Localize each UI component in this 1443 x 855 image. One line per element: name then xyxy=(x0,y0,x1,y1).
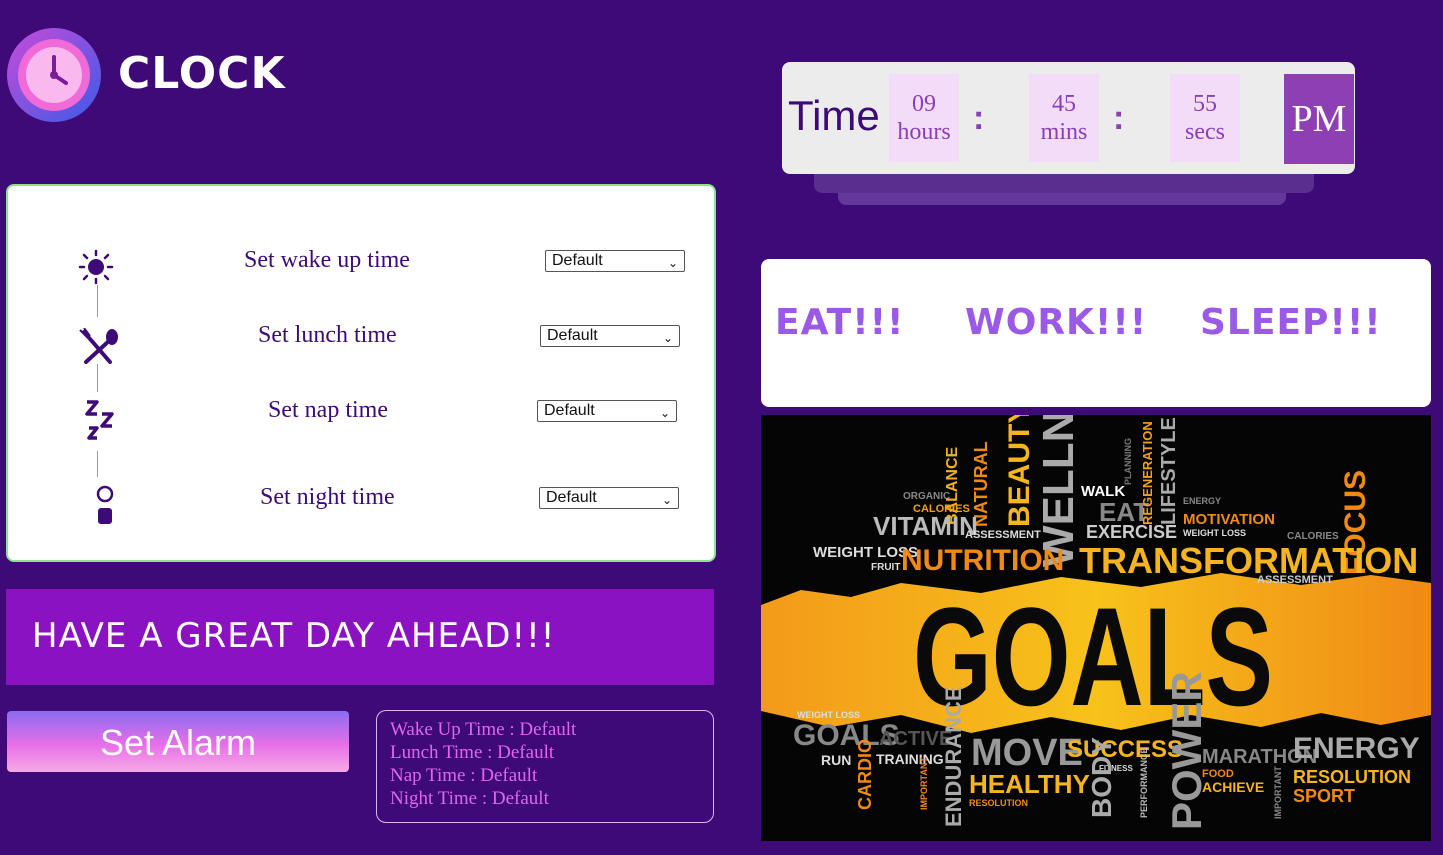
time-label: Time xyxy=(788,92,880,139)
goals-word: ENERGY xyxy=(1183,496,1221,506)
secs-value: 55 xyxy=(1193,91,1217,117)
alarm-summary: Wake Up Time : Default Lunch Time : Defa… xyxy=(376,710,714,823)
goals-word: IMPORTANT xyxy=(919,757,929,810)
zzz-icon xyxy=(85,400,114,440)
lunch-time-select-value: Default xyxy=(547,327,598,344)
ampm-indicator: PM xyxy=(1284,74,1354,164)
goals-word: ENDURANCE xyxy=(941,686,966,827)
goals-word: PERFORMANCE xyxy=(1139,747,1149,818)
wake-time-select[interactable]: Default ⌄ xyxy=(545,250,685,272)
night-time-label: Set night time xyxy=(260,484,395,510)
summary-lunch: Lunch Time : Default xyxy=(390,742,555,763)
mins-cell: 45 mins xyxy=(1029,74,1099,162)
goals-word: HEALTHY xyxy=(969,769,1090,799)
goals-word: REGENERATION xyxy=(1140,421,1155,525)
mins-unit: mins xyxy=(1040,119,1088,145)
chevron-down-icon: ⌄ xyxy=(662,331,673,345)
goals-word-cloud: GOALS ORGANICBALANCECALORIES NATURAL BEAUT… xyxy=(761,415,1431,830)
goals-word: RESOLUTION xyxy=(969,798,1028,808)
night-time-select-value: Default xyxy=(546,489,597,506)
lunch-time-select[interactable]: Default ⌄ xyxy=(540,325,680,347)
chevron-down-icon: ⌄ xyxy=(667,256,678,270)
time-separator: : xyxy=(1113,99,1125,137)
logo-text: CLOCK xyxy=(118,48,286,99)
goals-word: CARDIO xyxy=(855,739,875,810)
timeline-line xyxy=(97,285,98,317)
goals-word: LIFESTYLE xyxy=(1158,417,1180,525)
wake-time-label: Set wake up time xyxy=(244,247,410,273)
night-time-select[interactable]: Default ⌄ xyxy=(539,487,679,509)
goals-word: ACHIEVE xyxy=(1202,779,1264,795)
goals-word: ENERGY xyxy=(1293,732,1420,765)
secs-unit: secs xyxy=(1185,119,1225,145)
nap-time-select[interactable]: Default ⌄ xyxy=(537,400,677,422)
wake-time-select-value: Default xyxy=(552,252,603,269)
goals-word: FRUIT xyxy=(871,562,900,573)
summary-wake: Wake Up Time : Default xyxy=(390,719,577,740)
clock-logo-icon xyxy=(7,28,101,122)
goals-word: SPORT xyxy=(1293,786,1355,806)
goals-word: EXERCISE xyxy=(1086,522,1177,542)
goals-word: PLANNING xyxy=(1123,438,1133,485)
goals-word: NUTRITION xyxy=(901,544,1064,577)
motto-eat: EAT!!! xyxy=(775,302,905,343)
motto-sleep: SLEEP!!! xyxy=(1200,302,1382,343)
mins-value: 45 xyxy=(1052,91,1076,117)
lunch-time-label: Set lunch time xyxy=(258,322,397,348)
goals-word: BEAUTY xyxy=(1003,415,1036,527)
summary-nap: Nap Time : Default xyxy=(390,765,538,786)
timeline-line xyxy=(97,451,98,477)
goals-word: ASSESSMENT xyxy=(1257,574,1333,586)
greeting-text: HAVE A GREAT DAY AHEAD!!! xyxy=(32,616,556,656)
moon-night-icon xyxy=(85,485,114,524)
fork-spoon-icon xyxy=(79,328,118,364)
summary-night: Night Time : Default xyxy=(390,788,549,809)
goals-word: TRAINING xyxy=(876,751,944,767)
goals-word: ASSESSMENT xyxy=(965,529,1041,541)
nap-time-select-value: Default xyxy=(544,402,595,419)
goals-word-cloud-image: GOALS ORGANIC BALANCE CALORIES NATURAL BEAUT… xyxy=(761,415,1431,841)
hours-value: 09 xyxy=(912,91,936,117)
chevron-down-icon: ⌄ xyxy=(659,406,670,420)
secs-cell: 55 secs xyxy=(1170,74,1240,162)
set-alarm-button[interactable]: Set Alarm xyxy=(7,711,349,772)
timeline-line xyxy=(97,364,98,392)
nap-time-label: Set nap time xyxy=(268,397,388,423)
hours-unit: hours xyxy=(897,119,951,145)
goals-word: RUN xyxy=(821,752,851,768)
chevron-down-icon: ⌄ xyxy=(661,493,672,507)
time-separator: : xyxy=(973,99,985,137)
goals-word: RESOLUTION xyxy=(1293,767,1411,787)
goals-word: VITAMIN xyxy=(873,511,978,541)
goals-word: BODY xyxy=(1086,737,1117,818)
sun-icon xyxy=(78,249,114,285)
goals-word: MOTIVATION xyxy=(1183,511,1275,528)
goals-word: TRANSFORMATION xyxy=(1079,540,1418,581)
goals-word: IMPORTANT xyxy=(1273,766,1283,819)
hours-cell: 09 hours xyxy=(889,74,959,162)
motto-work: WORK!!! xyxy=(965,302,1148,343)
goals-main-word: GOALS xyxy=(913,578,1273,735)
goals-word: WEIGHT LOSS xyxy=(1183,528,1246,538)
